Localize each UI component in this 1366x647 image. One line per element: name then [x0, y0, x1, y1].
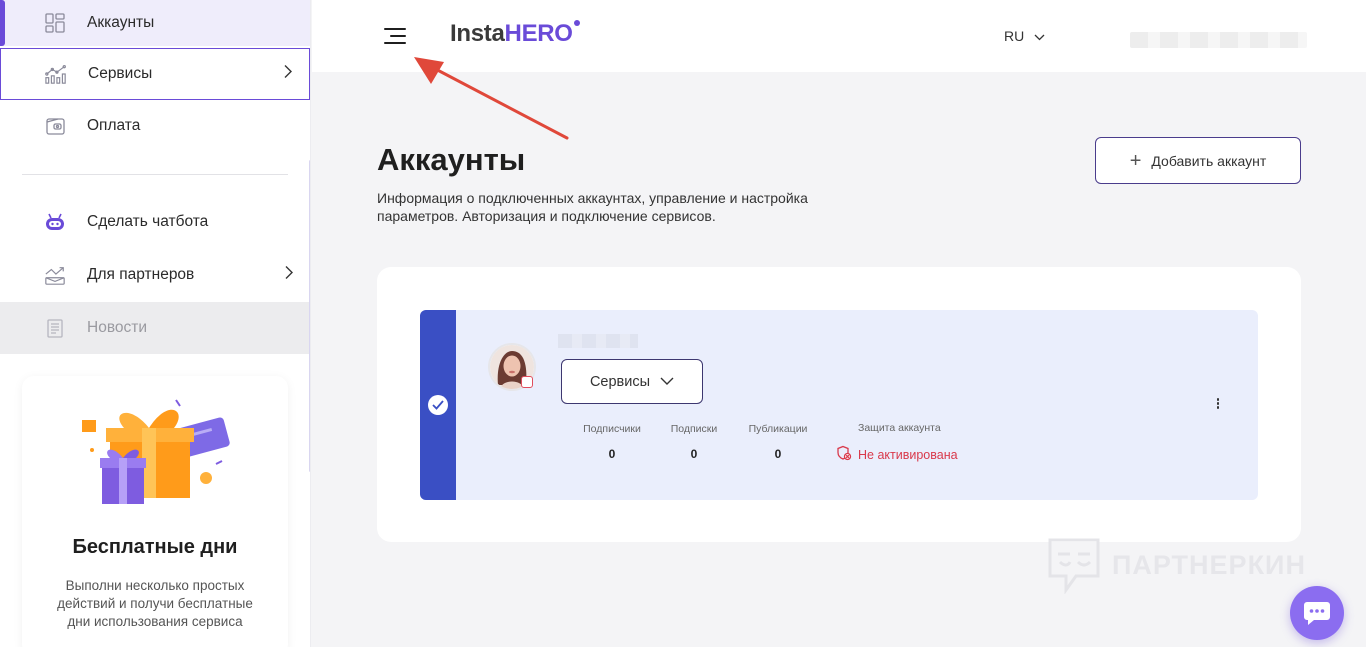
page-title: Аккаунты — [377, 142, 526, 177]
add-account-label: Добавить аккаунт — [1151, 152, 1267, 169]
chevron-down-icon — [660, 374, 674, 390]
stat-followers: Подписчики 0 — [578, 423, 646, 461]
sidebar-scrollbar[interactable] — [309, 160, 310, 472]
promo-title: Бесплатные дни — [72, 536, 238, 558]
stat-value: 0 — [774, 447, 782, 461]
chevron-right-icon — [283, 64, 293, 85]
sidebar-item-partners[interactable]: Для партнеров — [0, 249, 310, 301]
free-days-promo-card[interactable]: Бесплатные дни Выполни несколько простых… — [22, 376, 288, 647]
chevron-right-icon — [284, 265, 294, 286]
partners-chart-icon — [44, 264, 66, 286]
protection-label: Защита аккаунта — [858, 422, 941, 434]
sidebar-item-label: Сделать чатбота — [87, 213, 209, 230]
stat-value: 0 — [608, 447, 616, 461]
chat-support-button[interactable] — [1290, 586, 1344, 640]
stat-label: Публикации — [748, 423, 808, 435]
shield-warning-icon — [836, 445, 852, 464]
protection-status-text: Не активирована — [858, 447, 958, 462]
user-name-blurred[interactable] — [1130, 32, 1307, 48]
add-account-button[interactable]: + Добавить аккаунт — [1095, 137, 1301, 184]
sidebar-item-services[interactable]: Сервисы — [0, 48, 310, 100]
plus-icon: + — [1129, 149, 1142, 172]
sidebar-item-payment[interactable]: Оплата — [0, 100, 310, 152]
services-chart-icon — [45, 63, 67, 85]
language-selector[interactable]: RU — [1004, 28, 1045, 44]
sidebar-item-label: Новости — [87, 319, 148, 336]
stat-value: 0 — [690, 447, 698, 461]
stat-posts: Публикации 0 — [745, 423, 811, 461]
services-dropdown-label: Сервисы — [589, 373, 651, 390]
sidebar-item-label: Сервисы — [88, 65, 153, 82]
robot-icon — [44, 211, 66, 233]
account-card[interactable]: Сервисы Подписчики 0 Подписки 0 Публикац… — [420, 310, 1258, 500]
stat-following: Подписки 0 — [664, 423, 724, 461]
sidebar-item-accounts[interactable]: Аккаунты — [0, 0, 310, 46]
chat-bubble-icon — [1304, 602, 1330, 625]
sidebar-divider — [22, 174, 288, 175]
page-description: Информация о подключенных аккаунтах, упр… — [377, 190, 808, 224]
sidebar-item-label: Оплата — [87, 117, 141, 134]
gift-illustration — [82, 399, 230, 504]
promo-text: Выполни несколько простых действий и пол… — [57, 578, 253, 629]
language-label: RU — [1004, 28, 1025, 44]
account-name-blurred — [558, 334, 638, 348]
annotation-arrow-icon — [414, 57, 569, 140]
more-options-icon[interactable] — [1214, 398, 1222, 412]
dashboard-icon — [44, 12, 66, 34]
sidebar-item-label: Для партнеров — [87, 266, 195, 283]
stat-label: Подписки — [670, 423, 718, 435]
stat-label: Подписчики — [583, 423, 641, 435]
sidebar-item-chatbot[interactable]: Сделать чатбота — [0, 196, 310, 248]
protection-status: Не активирована — [836, 445, 958, 464]
instagram-badge-icon — [521, 376, 533, 388]
account-protection[interactable]: Защита аккаунта Не активирована — [836, 422, 958, 464]
sidebar-item-news[interactable]: Новости — [0, 302, 310, 354]
sidebar: Аккаунты Сервисы Оплата Сделать чатбота … — [0, 0, 311, 647]
check-icon[interactable] — [428, 395, 448, 415]
account-services-dropdown[interactable]: Сервисы — [561, 359, 703, 404]
sidebar-item-label: Аккаунты — [87, 14, 155, 31]
partnerkin-watermark: ПАРТНЕРКИН — [1046, 536, 1306, 594]
logo-dot — [573, 20, 580, 26]
chevron-down-icon — [1034, 28, 1045, 44]
news-icon — [44, 317, 66, 339]
watermark-text: ПАРТНЕРКИН — [1112, 549, 1306, 580]
account-select-strip[interactable] — [420, 310, 456, 500]
watermark-logo-icon — [1048, 538, 1100, 594]
wallet-icon — [44, 115, 66, 137]
